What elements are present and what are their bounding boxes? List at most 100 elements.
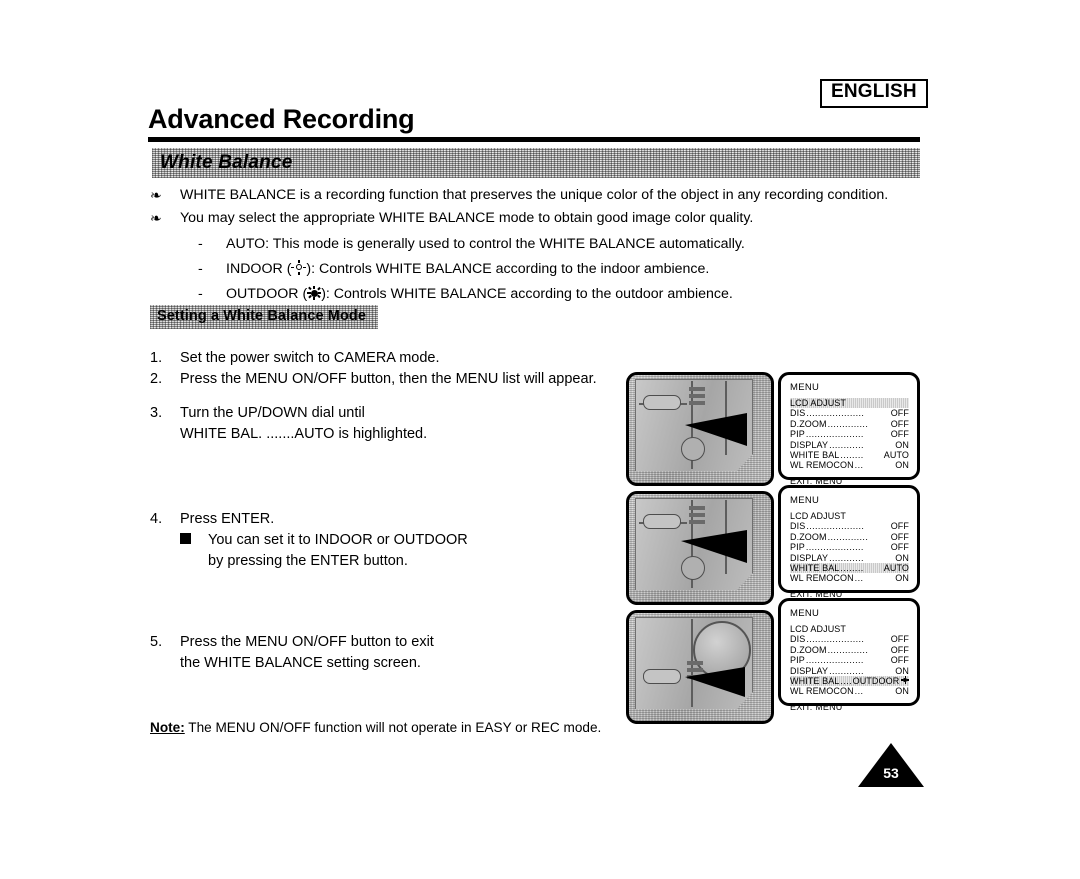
menu-row-pip[interactable]: PIP .................... OFF [790, 655, 909, 665]
menu-row-white-bal[interactable]: WHITE BAL .... OUTDOOR [790, 675, 910, 687]
menu-row-dzoom[interactable]: D.ZOOM .............. OFF [790, 419, 909, 429]
menu-row-lcd-adjust[interactable]: LCD ADJUST [790, 511, 909, 521]
square-bullet-icon [180, 530, 208, 551]
menu-row-value: ON [895, 552, 909, 563]
menu-row-dots: .............. [827, 644, 869, 655]
menu-row-label: DIS [790, 408, 806, 419]
menu-row-lcd-adjust[interactable]: LCD ADJUST [790, 398, 909, 409]
menu-row-lcd-adjust[interactable]: LCD ADJUST [790, 624, 909, 634]
menu-row-value: AUTO [883, 449, 909, 460]
menu-row-value: OFF [890, 418, 909, 429]
menu-row-pip[interactable]: PIP .................... OFF [790, 542, 909, 552]
menu-row-white-bal[interactable]: WHITE BAL ........ AUTO [790, 450, 909, 460]
menu-row-white-bal[interactable]: WHITE BAL ........ AUTO [790, 562, 909, 574]
page-number: 53 [883, 765, 899, 781]
menu-row-label: DIS [790, 634, 806, 645]
lcd-menu-screen-1: MENU LCD ADJUST DIS ....................… [778, 372, 920, 486]
bullet-text: WHITE BALANCE is a recording function th… [180, 187, 889, 203]
pointer-arrow-icon [685, 667, 745, 697]
step-line: the WHITE BALANCE setting screen. [180, 655, 421, 671]
menu-row-label: DISPLAY [790, 665, 829, 676]
menu-row-dots: ... [854, 573, 864, 584]
menu-row-display[interactable]: DISPLAY ............ ON [790, 553, 909, 563]
camcorder-photo-1 [626, 372, 774, 486]
step-3: 3. Turn the UP/DOWN dial until WHITE BAL… [150, 403, 620, 445]
step-line: Turn the UP/DOWN dial until [180, 405, 365, 421]
mode-indoor-prefix: INDOOR ( [226, 261, 292, 277]
dash-marker: - [198, 286, 203, 302]
menu-row-dis[interactable]: DIS .................... OFF [790, 521, 909, 531]
pointer-arrow-icon [685, 413, 747, 446]
menu-row-label: WHITE BAL [790, 675, 840, 686]
menu-row-value: AUTO [883, 562, 909, 573]
menu-row-value: ON [895, 665, 909, 676]
mode-text-indoor: INDOOR (): Controls WHITE BALANCE accord… [226, 259, 709, 279]
menu-row-dots: .................... [806, 634, 865, 645]
menu-row-dis[interactable]: DIS .................... OFF [790, 408, 909, 418]
menu-row-dots: ........ [840, 449, 864, 460]
step-2: 2. Press the MENU ON/OFF button, then th… [150, 369, 620, 390]
mode-item-outdoor: - OUTDOOR (): Controls WHITE BALANCE acc… [150, 284, 930, 304]
menu-row-label: DISPLAY [790, 439, 829, 450]
substep-line: by pressing the ENTER button. [208, 553, 408, 569]
mode-outdoor-prefix: OUTDOOR ( [226, 286, 308, 302]
menu-title: MENU [790, 608, 820, 619]
dash-marker: - [198, 236, 203, 252]
section-title: White Balance [160, 152, 293, 173]
menu-row-value: ON [895, 460, 909, 471]
menu-row-wl-remocon[interactable]: WL REMOCON ... ON [790, 573, 909, 583]
bullet-item: ❧ WHITE BALANCE is a recording function … [150, 186, 930, 205]
menu-row-dzoom[interactable]: D.ZOOM .............. OFF [790, 645, 909, 655]
menu-row-value: OFF [890, 531, 909, 542]
menu-title: MENU [790, 382, 820, 393]
bullet-text: You may select the appropriate WHITE BAL… [180, 210, 754, 226]
menu-row-dots: ............ [829, 439, 864, 450]
menu-row-dzoom[interactable]: D.ZOOM .............. OFF [790, 532, 909, 542]
step-number: 2. [150, 371, 163, 387]
note-text: The MENU ON/OFF function will not operat… [188, 720, 602, 735]
menu-row-dis[interactable]: DIS .................... OFF [790, 634, 909, 644]
menu-row-label: WHITE BAL [790, 562, 840, 573]
menu-row-wl-remocon[interactable]: WL REMOCON ... ON [790, 686, 909, 696]
menu-row-label: WHITE BAL [790, 449, 840, 460]
indoor-lamp-icon [291, 260, 307, 275]
menu-row-value: OFF [890, 542, 909, 553]
menu-row-display[interactable]: DISPLAY ............ ON [790, 666, 909, 676]
menu-row-dots: .... [840, 675, 852, 686]
menu-row-dots: ... [854, 686, 864, 697]
menu-exit-label: EXIT: MENU [790, 701, 843, 712]
menu-row-value: OFF [890, 634, 909, 645]
menu-row-wl-remocon[interactable]: WL REMOCON ... ON [790, 460, 909, 470]
menu-row-dots: .............. [827, 531, 869, 542]
lcd-menu-screen-2: MENU LCD ADJUST DIS ....................… [778, 485, 920, 599]
menu-row-dots: .................... [805, 542, 864, 553]
menu-title: MENU [790, 495, 820, 506]
menu-row-dots: .................... [806, 408, 865, 419]
menu-row-label: PIP [790, 429, 805, 440]
menu-row-dots: ........ [840, 562, 864, 573]
section-header-band: White Balance [152, 148, 920, 178]
step-1: 1. Set the power switch to CAMERA mode. [150, 348, 620, 369]
dash-marker: - [198, 261, 203, 277]
bullet-marker-icon: ❧ [150, 210, 162, 226]
menu-row-label: D.ZOOM [790, 531, 827, 542]
menu-row-label: D.ZOOM [790, 644, 827, 655]
substep-line: You can set it to INDOOR or OUTDOOR [208, 532, 468, 548]
subsection-header-band: Setting a White Balance Mode [150, 305, 378, 329]
step-4: 4. Press ENTER. [150, 509, 620, 530]
menu-row-dots: .................... [806, 521, 865, 532]
outdoor-sun-icon [307, 286, 322, 300]
menu-row-label: WL REMOCON [790, 460, 854, 471]
steps-list: 1. Set the power switch to CAMERA mode. … [150, 348, 620, 674]
menu-row-dots: ... [854, 460, 864, 471]
menu-row-value: OFF [890, 655, 909, 666]
menu-row-display[interactable]: DISPLAY ............ ON [790, 440, 909, 450]
header-rule [148, 137, 920, 142]
step-text: Set the power switch to CAMERA mode. [180, 350, 440, 366]
menu-row-pip[interactable]: PIP .................... OFF [790, 429, 909, 439]
step-text: Press the MENU ON/OFF button, then the M… [180, 371, 597, 387]
language-badge: ENGLISH [820, 79, 928, 108]
menu-row-label: DISPLAY [790, 552, 829, 563]
step-text: Turn the UP/DOWN dial until WHITE BAL. .… [180, 403, 427, 445]
step-line: WHITE BAL. .......AUTO is highlighted. [180, 426, 428, 442]
